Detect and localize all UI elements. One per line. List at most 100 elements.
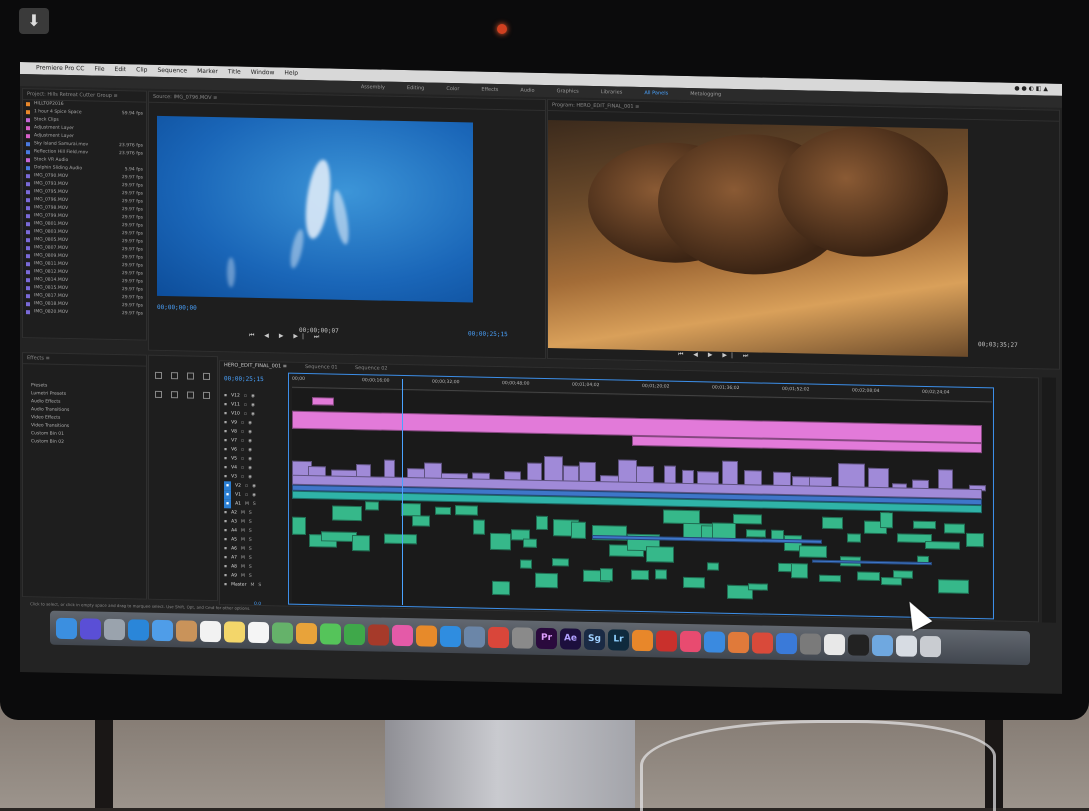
track-lock-icon[interactable]: ▫: [245, 482, 248, 491]
track-target[interactable]: ▪: [224, 463, 227, 472]
track-eye-icon[interactable]: ◉: [248, 446, 252, 455]
track-solo-icon[interactable]: S: [249, 518, 252, 527]
timeline-clip[interactable]: [383, 533, 418, 544]
timeline-clip[interactable]: [707, 562, 720, 572]
timeline-tab-active[interactable]: HERO_EDIT_FINAL_001 ≡: [224, 362, 287, 369]
timeline-clip[interactable]: [292, 516, 307, 535]
track-target[interactable]: ▪: [224, 544, 227, 553]
mail-icon[interactable]: [152, 619, 173, 641]
timeline-clip[interactable]: [331, 505, 363, 522]
launchpad-icon[interactable]: [104, 618, 125, 640]
timeline-clip[interactable]: [822, 516, 844, 530]
track-lock-icon[interactable]: ▫: [244, 401, 247, 410]
track-target[interactable]: ▪: [224, 553, 227, 562]
xcode-icon[interactable]: [776, 632, 797, 654]
track-target[interactable]: ▪: [224, 490, 232, 500]
menu-clip[interactable]: Clip: [136, 64, 147, 76]
timeline-clip[interactable]: [492, 580, 511, 596]
timeline-clip[interactable]: [892, 570, 913, 579]
ibooks-icon[interactable]: [416, 624, 437, 647]
timeline-clip[interactable]: [745, 529, 767, 538]
document-icon[interactable]: [824, 633, 845, 655]
track-target[interactable]: ▪: [224, 526, 227, 535]
timeline-clip[interactable]: [522, 538, 537, 548]
menu-marker[interactable]: Marker: [197, 66, 218, 78]
timeline-clip[interactable]: [683, 576, 705, 589]
selection-tool-icon[interactable]: [155, 371, 162, 379]
track-lock-icon[interactable]: ▫: [244, 392, 247, 401]
timeline-clip[interactable]: [944, 523, 966, 535]
lightroom-icon[interactable]: Lr: [608, 628, 629, 651]
track-solo-icon[interactable]: S: [258, 581, 261, 590]
track-solo-icon[interactable]: S: [249, 554, 252, 563]
track-mute-icon[interactable]: M: [241, 509, 245, 518]
track-lock-icon[interactable]: ▫: [241, 437, 244, 446]
system-prefs-icon[interactable]: [512, 626, 533, 649]
timeline-clip[interactable]: [352, 534, 371, 552]
calendar-icon[interactable]: [200, 620, 221, 642]
workspace-tab[interactable]: Libraries: [601, 86, 623, 98]
timeline-clip[interactable]: [818, 574, 841, 583]
timeline-clip[interactable]: [722, 460, 739, 487]
timeline-clip[interactable]: [747, 582, 768, 591]
track-target[interactable]: ▪: [224, 436, 227, 445]
track-eye-icon[interactable]: ◉: [251, 401, 255, 410]
timeline-clip[interactable]: [489, 532, 511, 551]
track-lock-icon[interactable]: ▫: [244, 410, 247, 419]
track-mute-icon[interactable]: M: [241, 554, 245, 563]
speedgrade-icon[interactable]: Sg: [584, 628, 605, 650]
timeline-clip[interactable]: [455, 505, 478, 516]
timeline-clip[interactable]: [937, 579, 969, 594]
hand-tool-icon[interactable]: [187, 391, 195, 399]
track-eye-icon[interactable]: ◉: [252, 482, 256, 491]
timeline-clip[interactable]: [880, 577, 902, 586]
menu-help[interactable]: Help: [284, 68, 298, 80]
timeline-clip[interactable]: [579, 461, 596, 484]
timeline-clip[interactable]: [838, 462, 865, 489]
ripple-edit-tool-icon[interactable]: [187, 372, 195, 380]
chrome-icon[interactable]: [488, 626, 509, 648]
workspace-tab[interactable]: Effects: [481, 84, 498, 96]
track-target[interactable]: ▪: [224, 409, 227, 418]
track-target[interactable]: ▪: [224, 391, 227, 400]
track-eye-icon[interactable]: ◉: [248, 428, 252, 437]
track-solo-icon[interactable]: S: [249, 509, 252, 518]
preview-icon[interactable]: [464, 625, 485, 648]
messages-icon[interactable]: [320, 622, 341, 645]
track-eye-icon[interactable]: ◉: [248, 437, 252, 446]
track-lock-icon[interactable]: ▫: [245, 491, 248, 500]
timeline-clip[interactable]: [435, 507, 452, 516]
timeline-clip[interactable]: [662, 509, 701, 524]
track-target[interactable]: ▪: [224, 454, 227, 463]
track-target[interactable]: ▪: [224, 427, 227, 436]
track-target[interactable]: ▪: [224, 535, 227, 544]
type-tool-icon[interactable]: [203, 391, 211, 399]
utilities-icon[interactable]: [800, 632, 821, 655]
workspace-tab[interactable]: Metalogging: [690, 88, 721, 101]
timeline-clip[interactable]: [857, 571, 880, 581]
timeline-scrollbar[interactable]: [1042, 377, 1056, 623]
timeline-clip[interactable]: [412, 515, 431, 527]
vlc-icon[interactable]: [632, 629, 653, 651]
timeline-clip[interactable]: [965, 532, 984, 548]
workspace-tab[interactable]: Graphics: [557, 85, 579, 97]
slip-tool-icon[interactable]: [155, 390, 162, 398]
track-mute-icon[interactable]: M: [250, 581, 254, 590]
timeline-clip[interactable]: [812, 559, 932, 566]
track-lock-icon[interactable]: ▫: [241, 446, 244, 455]
timeline-tab[interactable]: Sequence 02: [355, 365, 388, 372]
maps-icon[interactable]: [272, 621, 293, 644]
track-solo-icon[interactable]: S: [249, 527, 252, 536]
timeline-clip[interactable]: [618, 459, 637, 484]
contacts-icon[interactable]: [176, 619, 197, 642]
program-transport-controls[interactable]: ⏮ ◀ ▶ ▶| ⏭: [678, 351, 752, 361]
timeline-clip[interactable]: [645, 545, 675, 563]
keynote-icon[interactable]: [704, 630, 725, 653]
track-target[interactable]: ▪: [224, 508, 227, 517]
track-eye-icon[interactable]: ◉: [251, 392, 255, 401]
audio-track-header[interactable]: ▪ Master M S: [224, 580, 286, 590]
workspace-tab[interactable]: Editing: [407, 82, 424, 94]
timeline-clip[interactable]: [535, 515, 549, 531]
track-eye-icon[interactable]: ◉: [248, 455, 252, 464]
track-target[interactable]: ▪: [224, 571, 227, 580]
